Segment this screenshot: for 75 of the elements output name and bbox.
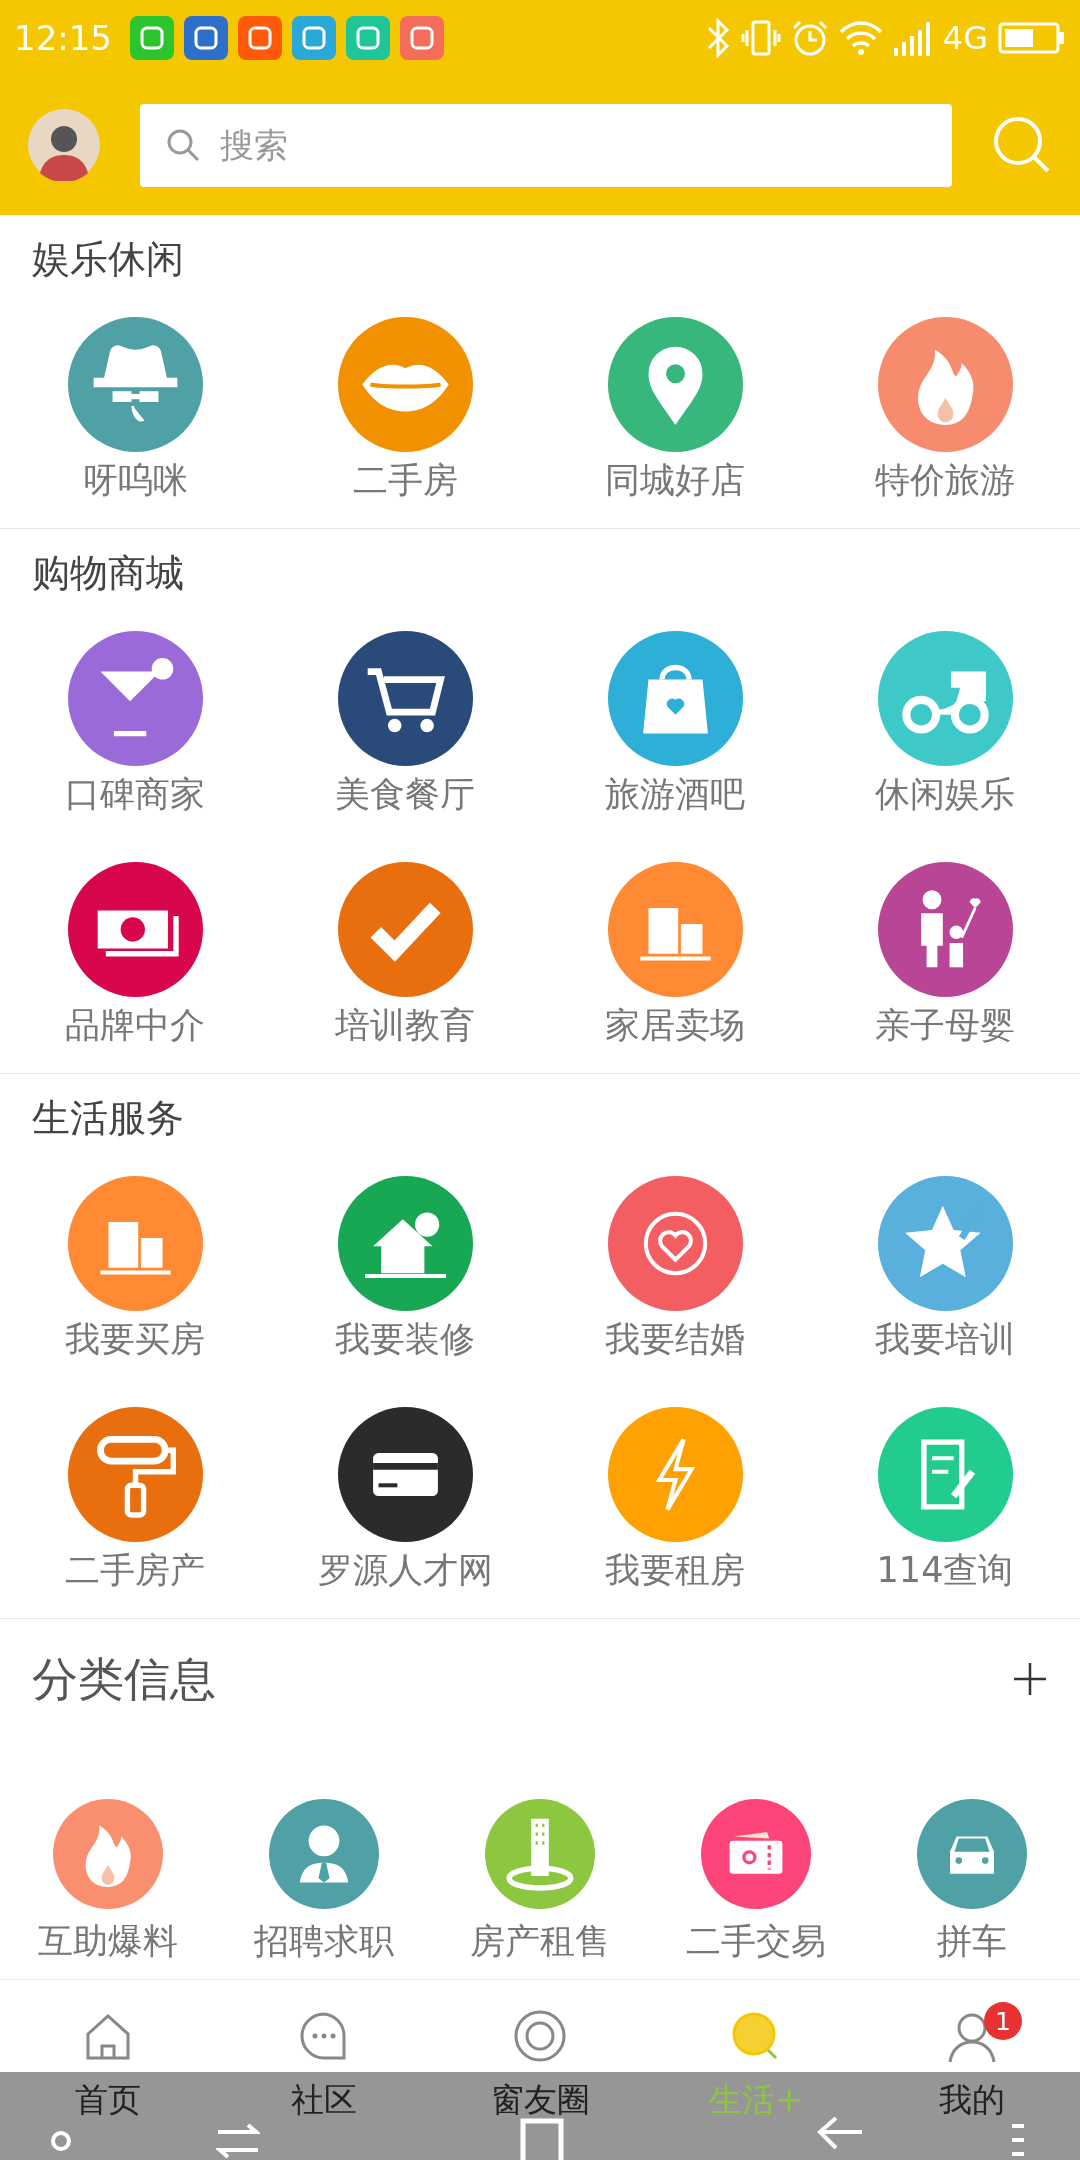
category-label[interactable]: 特价旅游 — [875, 458, 1015, 502]
category-label[interactable]: 114查询 — [876, 1548, 1014, 1592]
flame-icon — [53, 1799, 163, 1909]
car-icon — [917, 1799, 1027, 1909]
network-type: 4G — [942, 18, 988, 57]
notification-badge: 1 — [984, 2002, 1022, 2040]
clock-time: 12:15 — [14, 17, 112, 58]
cart-icon — [337, 631, 473, 766]
app-icon — [184, 15, 228, 60]
hat-icon — [67, 317, 203, 452]
search-icon[interactable] — [992, 115, 1052, 175]
house-icon — [337, 1176, 473, 1311]
battery-icon — [998, 20, 1066, 55]
add-icon[interactable] — [1012, 1661, 1048, 1697]
lightning-icon — [607, 1407, 743, 1542]
category-label[interactable]: 我要装修 — [335, 1317, 475, 1361]
tower-icon — [485, 1799, 595, 1909]
banknote-icon — [67, 862, 203, 997]
category-label[interactable]: 拼车 — [937, 1919, 1007, 1963]
building-icon — [607, 862, 743, 997]
swap-arrows-icon[interactable] — [216, 2122, 260, 2160]
category-label[interactable]: 我要结婚 — [605, 1317, 745, 1361]
category-label[interactable]: 亲子母婴 — [875, 1003, 1015, 1047]
app-icon — [400, 15, 444, 60]
tab[interactable]: 社区 — [216, 1980, 432, 2134]
lips-icon — [337, 317, 473, 452]
category-label[interactable]: 同城好店 — [605, 458, 745, 502]
flame-icon — [877, 317, 1013, 452]
category-label[interactable]: 罗源人才网 — [317, 1548, 493, 1592]
category-label[interactable]: 我要买房 — [65, 1317, 205, 1361]
category-label[interactable]: 呀呜咪 — [82, 458, 188, 502]
app-icon — [292, 15, 336, 60]
family-icon — [877, 862, 1013, 997]
card-icon — [337, 1407, 473, 1542]
section-title: 生活服务 — [32, 1095, 185, 1142]
circle-icon[interactable] — [50, 2130, 72, 2152]
target-icon — [512, 2008, 568, 2064]
section-title: 娱乐休闲 — [32, 236, 185, 283]
app-icon — [346, 15, 390, 60]
category-label[interactable]: 培训教育 — [335, 1003, 475, 1047]
paint-roller-icon — [67, 1407, 203, 1542]
category-label[interactable]: 美食餐厅 — [335, 772, 475, 816]
building-icon — [67, 1176, 203, 1311]
location-pin-icon — [607, 317, 743, 452]
category-label[interactable]: 房产租售 — [470, 1919, 610, 1963]
category-label[interactable]: 家居卖场 — [605, 1003, 745, 1047]
app-icon — [130, 15, 174, 60]
search-icon — [166, 127, 200, 162]
category-label[interactable]: 互助爆料 — [38, 1919, 178, 1963]
tab[interactable]: 首页 — [0, 1980, 216, 2134]
section-title: 分类信息 — [32, 1651, 216, 1708]
category-label[interactable]: 品牌中介 — [65, 1003, 205, 1047]
section-title: 购物商城 — [32, 550, 185, 597]
alarm-clock-icon — [790, 18, 829, 57]
tab[interactable]: 1 我的 — [864, 1980, 1080, 2134]
category-label[interactable]: 二手交易 — [686, 1919, 826, 1963]
wifi-icon — [838, 19, 883, 56]
app-icon — [238, 15, 282, 60]
cocktail-glass-icon — [67, 631, 203, 766]
document-icon — [877, 1407, 1013, 1542]
category-label[interactable]: 口碑商家 — [65, 772, 205, 816]
category-label[interactable]: 旅游酒吧 — [605, 772, 745, 816]
search-field[interactable]: 搜索 — [140, 103, 952, 187]
category-label[interactable]: 二手房 — [352, 458, 458, 502]
checkmark-icon — [337, 862, 473, 997]
tab[interactable]: 窗友圈 — [432, 1980, 648, 2134]
category-label[interactable]: 招聘求职 — [254, 1919, 394, 1963]
category-label[interactable]: 休闲娱乐 — [875, 772, 1015, 816]
category-label[interactable]: 二手房产 — [65, 1548, 205, 1592]
category-label[interactable]: 我要租房 — [605, 1548, 745, 1592]
bag-icon — [607, 631, 743, 766]
avatar-icon[interactable] — [28, 109, 100, 181]
person-icon — [269, 1799, 379, 1909]
bluetooth-icon — [706, 17, 731, 58]
category-label[interactable]: 我要培训 — [875, 1317, 1015, 1361]
